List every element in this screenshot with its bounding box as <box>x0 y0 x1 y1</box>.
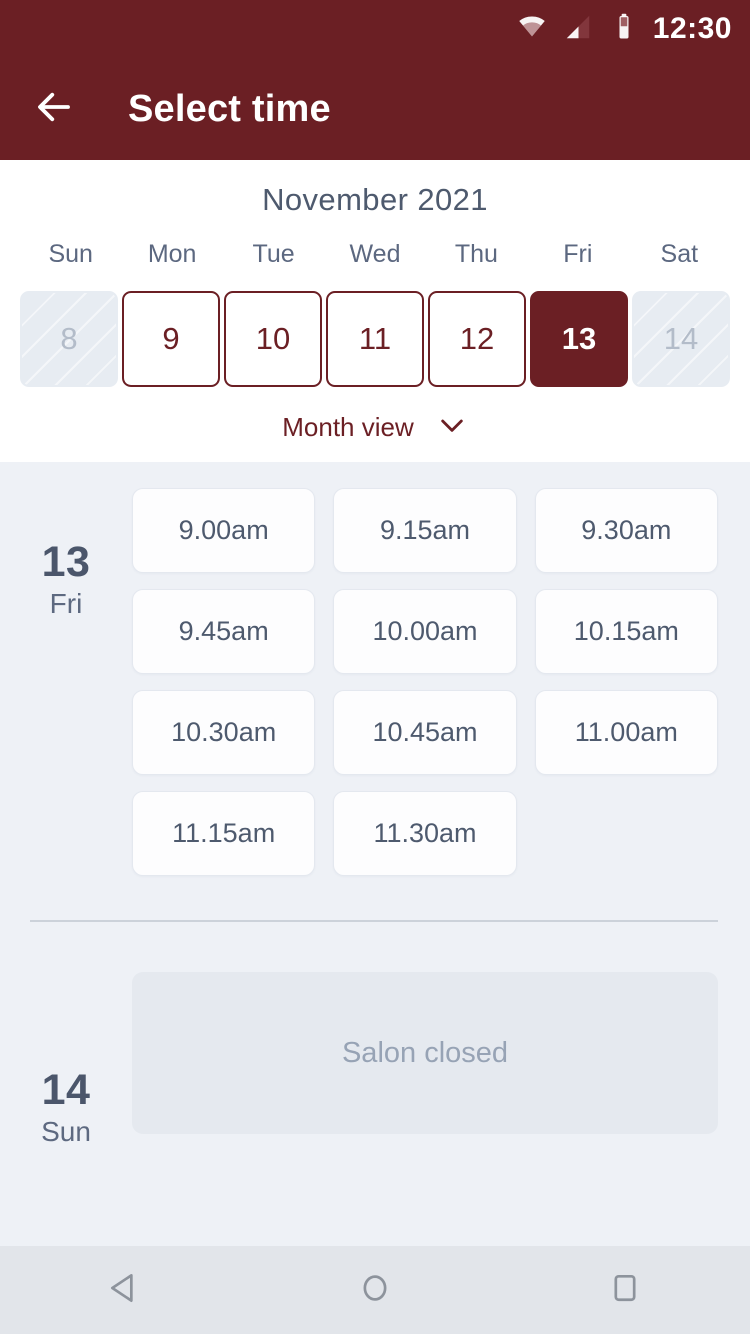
time-slot[interactable]: 10.15am <box>534 589 718 674</box>
time-slot[interactable]: 9.00am <box>132 488 316 573</box>
weekday-label-wed: Wed <box>349 240 401 268</box>
schedule-day-label-13: 13 Fri <box>0 488 132 621</box>
weekday-label-sat: Sat <box>660 240 699 268</box>
square-recents-icon <box>606 1269 644 1312</box>
calendar-day-13[interactable]: 13 <box>530 291 628 387</box>
weekday-label-mon: Mon <box>147 240 197 268</box>
calendar-month-title: November 2021 <box>262 182 488 217</box>
circle-home-icon <box>356 1269 394 1312</box>
calendar-day-14: 14 <box>632 291 730 387</box>
triangle-back-icon <box>106 1269 144 1312</box>
page-title: Select time <box>128 87 331 130</box>
month-view-toggle[interactable]: Month view <box>0 387 750 446</box>
calendar-day-10[interactable]: 10 <box>224 291 322 387</box>
cellular-signal-icon <box>563 12 593 47</box>
back-button[interactable] <box>26 81 82 137</box>
weekday-header-row: Sun Mon Tue Wed Thu Fri Sat <box>0 232 750 283</box>
status-bar: 12:30 <box>0 0 750 58</box>
calendar-day-row: 8 9 10 11 12 13 14 <box>0 283 750 387</box>
android-navigation-bar <box>0 1246 750 1334</box>
time-slot[interactable]: 11.15am <box>132 791 316 876</box>
nav-recents-button[interactable] <box>565 1246 685 1334</box>
schedule-day-14: 14 Sun Salon closed <box>0 922 750 1149</box>
schedule-day-name: Fri <box>49 588 83 620</box>
calendar-panel: November 2021 Sun Mon Tue Wed Thu Fri Sa… <box>0 160 750 462</box>
schedule-list: 13 Fri 9.00am 9.15am 9.30am 9.45am 10.00… <box>0 462 750 1246</box>
time-slot[interactable]: 11.30am <box>333 791 517 876</box>
status-bar-clock: 12:30 <box>652 12 732 45</box>
nav-back-button[interactable] <box>65 1246 185 1334</box>
wifi-icon <box>517 12 547 47</box>
time-slot[interactable]: 10.00am <box>333 589 517 674</box>
arrow-left-icon <box>33 86 75 133</box>
salon-closed-notice: Salon closed <box>132 972 718 1134</box>
schedule-day-name: Sun <box>41 1116 91 1148</box>
app-screen: 12:30 Select time November 2021 Sun Mon … <box>0 0 750 1334</box>
schedule-day-number: 13 <box>41 538 91 586</box>
battery-icon <box>609 12 639 47</box>
schedule-day-number: 14 <box>41 1066 91 1114</box>
schedule-day-13: 13 Fri 9.00am 9.15am 9.30am 9.45am 10.00… <box>0 488 750 876</box>
weekday-label-fri: Fri <box>563 240 593 268</box>
month-view-label: Month view <box>282 412 414 442</box>
calendar-day-11[interactable]: 11 <box>326 291 424 387</box>
weekday-label-tue: Tue <box>252 240 295 268</box>
time-slot-grid: 9.00am 9.15am 9.30am 9.45am 10.00am 10.1… <box>132 488 718 876</box>
schedule-day-label-14: 14 Sun <box>0 972 132 1149</box>
nav-home-button[interactable] <box>315 1246 435 1334</box>
chevron-down-icon <box>436 409 468 446</box>
app-bar: Select time <box>0 58 750 160</box>
time-slot[interactable]: 11.00am <box>534 690 718 775</box>
time-slot[interactable]: 9.15am <box>333 488 517 573</box>
calendar-day-12[interactable]: 12 <box>428 291 526 387</box>
time-slot[interactable]: 9.45am <box>132 589 316 674</box>
status-icon-group <box>517 12 639 47</box>
weekday-label-sun: Sun <box>48 240 93 268</box>
time-slot[interactable]: 9.30am <box>534 488 718 573</box>
calendar-day-9[interactable]: 9 <box>122 291 220 387</box>
calendar-day-8: 8 <box>20 291 118 387</box>
weekday-label-thu: Thu <box>454 240 498 268</box>
time-slot[interactable]: 10.45am <box>333 690 517 775</box>
time-slot[interactable]: 10.30am <box>132 690 316 775</box>
